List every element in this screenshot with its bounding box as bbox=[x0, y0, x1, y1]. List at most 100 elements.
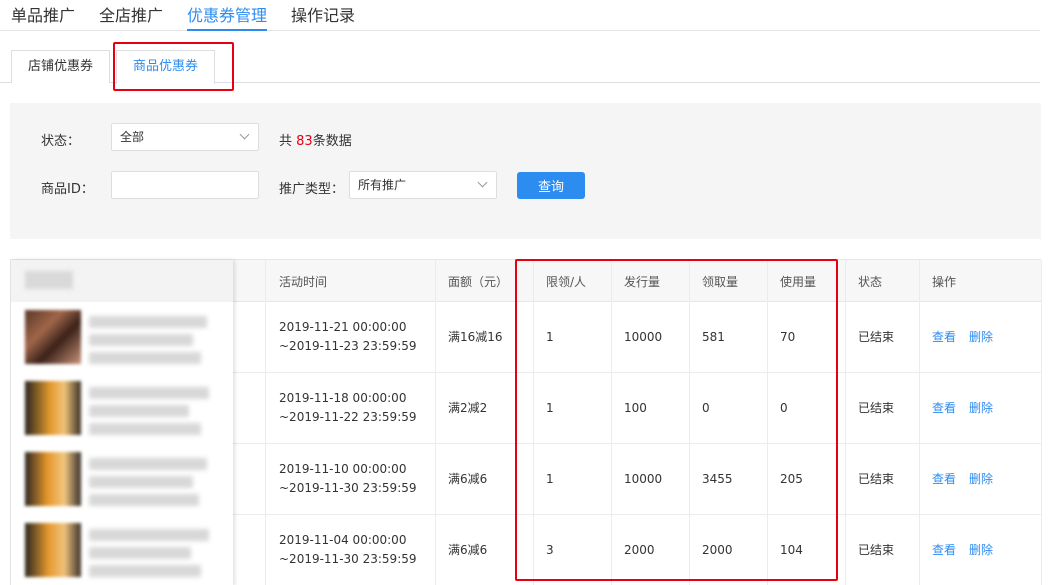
delete-link[interactable]: 删除 bbox=[969, 470, 993, 489]
status-text: 已结束 bbox=[858, 330, 895, 344]
limit-per-user: 1 bbox=[546, 401, 554, 415]
used-count: 0 bbox=[780, 401, 788, 415]
denomination: 满16减16 bbox=[448, 330, 503, 344]
status-label: 状态： bbox=[41, 134, 81, 149]
column-divider bbox=[845, 260, 846, 585]
chevron-down-icon bbox=[239, 129, 250, 140]
count-suffix: 条数据 bbox=[312, 134, 352, 149]
view-link[interactable]: 查看 bbox=[932, 541, 956, 560]
blurred-product-text bbox=[89, 529, 209, 541]
claimed-count: 3455 bbox=[702, 472, 733, 486]
claimed-count: 2000 bbox=[702, 543, 733, 557]
product-id-input[interactable] bbox=[111, 171, 259, 199]
blurred-product-text bbox=[89, 476, 193, 488]
tab-coupon-management[interactable]: 优惠券管理 bbox=[187, 2, 268, 31]
claimed-count: 0 bbox=[702, 401, 710, 415]
product-thumbnail bbox=[25, 310, 81, 364]
tab-store-coupons[interactable]: 店铺优惠券 bbox=[11, 50, 111, 83]
used-count: 205 bbox=[780, 472, 803, 486]
view-link[interactable]: 查看 bbox=[932, 328, 956, 347]
limit-per-user: 1 bbox=[546, 472, 554, 486]
col-actions: 操作 bbox=[932, 275, 957, 289]
denomination: 满2减2 bbox=[448, 401, 488, 415]
issued-count: 10000 bbox=[624, 472, 663, 486]
column-divider bbox=[533, 260, 534, 585]
count-value: 83 bbox=[296, 134, 313, 149]
start-time: 2019-11-04 00:00:00 bbox=[279, 533, 407, 547]
blurred-product-text bbox=[89, 316, 207, 328]
end-time: ~2019-11-23 23:59:59 bbox=[279, 339, 417, 353]
col-claimed: 领取量 bbox=[702, 275, 739, 289]
tab-operation-log[interactable]: 操作记录 bbox=[291, 2, 355, 26]
denomination: 满6减6 bbox=[448, 543, 488, 557]
blurred-column-header bbox=[11, 260, 233, 302]
delete-link[interactable]: 删除 bbox=[969, 541, 993, 560]
column-divider bbox=[919, 260, 920, 585]
blurred-product-text bbox=[89, 458, 207, 470]
col-used: 使用量 bbox=[780, 275, 817, 289]
tab-store-promo[interactable]: 全店推广 bbox=[99, 2, 163, 26]
end-time: ~2019-11-30 23:59:59 bbox=[279, 552, 417, 566]
blurred-product-column bbox=[11, 260, 233, 585]
coupon-table: 活动时间 面额（元） 限领/人 发行量 领取量 使用量 状态 操作 2019-1… bbox=[10, 259, 1042, 585]
view-link[interactable]: 查看 bbox=[932, 399, 956, 418]
column-divider bbox=[611, 260, 612, 585]
blurred-product-text bbox=[89, 387, 209, 399]
delete-link[interactable]: 删除 bbox=[969, 399, 993, 418]
limit-per-user: 1 bbox=[546, 330, 554, 344]
denomination: 满6减6 bbox=[448, 472, 488, 486]
blurred-product-text bbox=[89, 405, 189, 417]
column-divider bbox=[767, 260, 768, 585]
promo-type-label: 推广类型： bbox=[279, 182, 345, 197]
blurred-product-text bbox=[89, 334, 193, 346]
column-divider bbox=[689, 260, 690, 585]
coupon-type-tabs: 店铺优惠券 商品优惠券 bbox=[0, 50, 1040, 84]
issued-count: 2000 bbox=[624, 543, 655, 557]
product-thumbnail bbox=[25, 381, 81, 435]
end-time: ~2019-11-30 23:59:59 bbox=[279, 481, 417, 495]
col-limit-per-user: 限领/人 bbox=[546, 275, 587, 289]
claimed-count: 581 bbox=[702, 330, 725, 344]
start-time: 2019-11-10 00:00:00 bbox=[279, 462, 407, 476]
count-prefix: 共 bbox=[279, 134, 293, 149]
used-count: 104 bbox=[780, 543, 803, 557]
record-count: 共 83条数据 bbox=[279, 130, 352, 149]
blurred-product-text bbox=[89, 565, 201, 577]
blurred-product-text bbox=[89, 423, 201, 435]
col-status: 状态 bbox=[858, 275, 883, 289]
activity-time: 2019-11-18 00:00:00 ~2019-11-22 23:59:59 bbox=[279, 389, 417, 427]
blurred-header-text bbox=[25, 271, 73, 289]
activity-time: 2019-11-21 00:00:00 ~2019-11-23 23:59:59 bbox=[279, 318, 417, 356]
column-divider bbox=[435, 260, 436, 585]
start-time: 2019-11-18 00:00:00 bbox=[279, 391, 407, 405]
top-nav-tabs: 单品推广 全店推广 优惠券管理 操作记录 bbox=[0, 0, 1040, 31]
col-activity-time: 活动时间 bbox=[279, 275, 328, 289]
chevron-down-icon bbox=[477, 177, 488, 188]
view-link[interactable]: 查看 bbox=[932, 470, 956, 489]
blurred-product-text bbox=[89, 494, 199, 506]
activity-time: 2019-11-04 00:00:00 ~2019-11-30 23:59:59 bbox=[279, 531, 417, 569]
promo-type-select[interactable]: 所有推广 bbox=[349, 171, 497, 199]
product-thumbnail bbox=[25, 452, 81, 506]
promo-type-select-value: 所有推广 bbox=[358, 178, 407, 192]
start-time: 2019-11-21 00:00:00 bbox=[279, 320, 407, 334]
blurred-product-text bbox=[89, 547, 191, 559]
issued-count: 10000 bbox=[624, 330, 663, 344]
delete-link[interactable]: 删除 bbox=[969, 328, 993, 347]
query-button[interactable]: 查询 bbox=[517, 172, 585, 199]
status-select[interactable]: 全部 bbox=[111, 123, 259, 151]
activity-time: 2019-11-10 00:00:00 ~2019-11-30 23:59:59 bbox=[279, 460, 417, 498]
tab-single-product-promo[interactable]: 单品推广 bbox=[11, 2, 75, 26]
used-count: 70 bbox=[780, 330, 796, 344]
product-thumbnail bbox=[25, 523, 81, 577]
limit-per-user: 3 bbox=[546, 543, 554, 557]
product-id-label: 商品ID： bbox=[41, 182, 94, 197]
col-issued: 发行量 bbox=[624, 275, 661, 289]
col-denomination: 面额（元） bbox=[448, 275, 509, 289]
status-text: 已结束 bbox=[858, 401, 895, 415]
column-divider bbox=[265, 260, 266, 585]
tab-product-coupons[interactable]: 商品优惠券 bbox=[116, 50, 216, 84]
column-divider bbox=[1041, 260, 1042, 585]
status-text: 已结束 bbox=[858, 472, 895, 486]
issued-count: 100 bbox=[624, 401, 647, 415]
